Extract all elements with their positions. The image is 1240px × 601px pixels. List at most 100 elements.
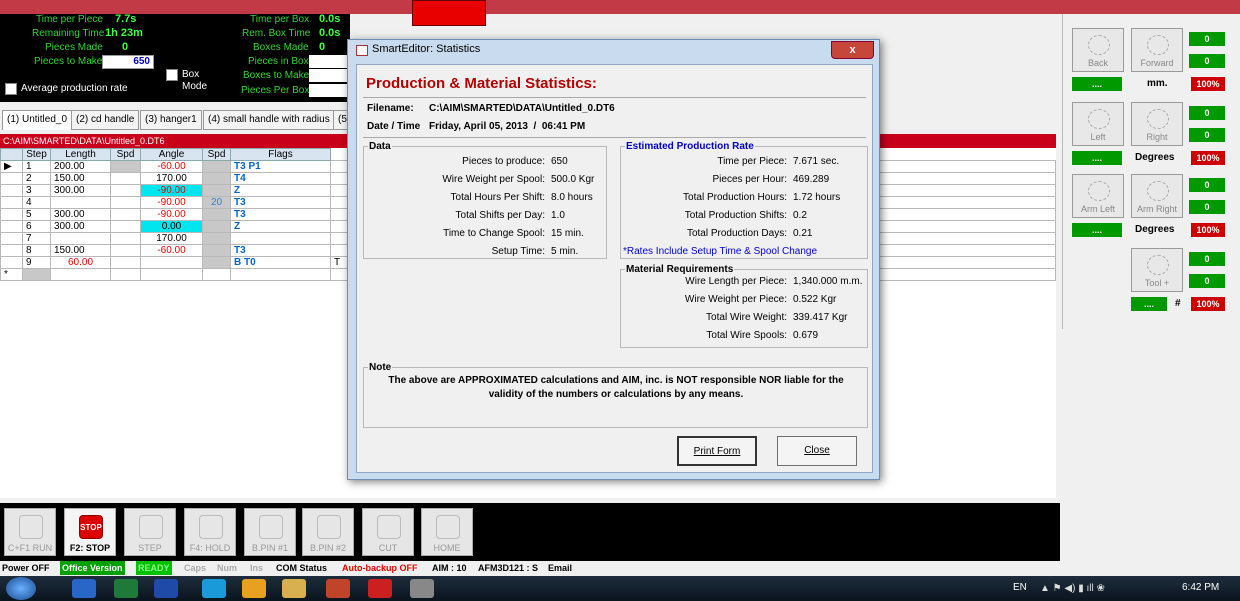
tray-icons[interactable]: ▲ ⚑ ◀) ▮ ıll ❀ [1040,583,1160,595]
spd-cell[interactable] [110,196,141,209]
spd-cell[interactable] [110,208,141,221]
angle-cell[interactable] [140,268,203,281]
length-cell[interactable]: 150.00 [50,172,111,185]
hold-button[interactable]: F4: HOLD [184,508,236,556]
start-orb-icon[interactable] [6,577,36,600]
skype-icon[interactable] [202,579,226,598]
pieces-in-box-input[interactable] [309,55,349,68]
step-cell[interactable]: 1 [22,160,51,173]
row-selector[interactable] [0,256,23,269]
close-button[interactable]: Close [777,436,857,466]
spd-cell[interactable] [110,268,141,281]
grid-header-angle[interactable]: Angle [140,148,203,161]
tab-cd-handle[interactable]: (2) cd handle [71,110,140,130]
step-button[interactable]: STEP [124,508,176,556]
angle-cell[interactable]: -90.00 [140,208,203,221]
spd2-cell[interactable] [202,208,231,221]
smarteditor-icon[interactable] [410,579,434,598]
step-cell[interactable]: 2 [22,172,51,185]
row-selector[interactable] [0,196,23,209]
avg-rate-checkbox[interactable] [5,83,17,95]
row-selector[interactable] [0,220,23,233]
spd-cell[interactable] [110,160,141,173]
length-cell[interactable] [50,268,111,281]
back-button[interactable]: Back [1072,28,1124,72]
angle-cell[interactable]: 170.00 [140,232,203,245]
flags-cell[interactable] [230,268,331,281]
spd-cell[interactable] [110,184,141,197]
close-icon[interactable]: x [831,41,874,59]
new-row-marker[interactable]: * [0,268,23,281]
row-selector[interactable] [0,232,23,245]
spd-cell[interactable] [110,244,141,257]
pieces-per-box-input[interactable] [309,84,349,97]
spd-cell[interactable] [110,232,141,245]
step-cell[interactable]: 3 [22,184,51,197]
row-selector-arrow[interactable]: ▶ [0,160,23,173]
angle-cell[interactable]: -60.00 [140,244,203,257]
spd2-cell[interactable] [202,268,231,281]
step-cell[interactable]: 5 [22,208,51,221]
excel-icon[interactable] [114,579,138,598]
step-cell[interactable]: 8 [22,244,51,257]
length-cell[interactable]: 300.00 [50,220,111,233]
spd-cell[interactable] [110,172,141,185]
spd2-cell[interactable] [202,232,231,245]
language-indicator[interactable]: EN [1013,582,1027,593]
length-cell[interactable]: 300.00 [50,208,111,221]
length-cell[interactable] [50,232,111,245]
print-form-button[interactable]: Print Form [677,436,757,466]
length-cell[interactable]: 300.00 [50,184,111,197]
bend-left-button[interactable]: Left [1072,102,1124,146]
flags-cell[interactable]: B T0 [230,256,331,269]
spd2-cell[interactable]: 20 [202,196,231,209]
tab-small-handle[interactable]: (4) small handle with radius [203,110,335,130]
flags-cell[interactable]: T3 [230,196,331,209]
boxes-to-make-input[interactable] [309,69,349,82]
step-cell[interactable]: 7 [22,232,51,245]
flags-cell[interactable]: T4 [230,172,331,185]
angle-cell[interactable]: -90.00 [140,184,203,197]
flags-cell[interactable]: Z [230,184,331,197]
spd2-cell[interactable] [202,184,231,197]
bend-pin-2-button[interactable]: B.PIN #2 [302,508,354,556]
outlook-icon[interactable] [242,579,266,598]
acrobat-icon[interactable] [368,579,392,598]
row-selector[interactable] [0,244,23,257]
tool-plus-button[interactable]: Tool + [1131,248,1183,292]
step-cell[interactable]: 4 [22,196,51,209]
stop-button[interactable]: STOP F2: STOP [64,508,116,556]
angle-cell[interactable] [140,256,203,269]
tab-hanger1[interactable]: (3) hanger1 [140,110,202,130]
run-button[interactable]: C+F1 RUN [4,508,56,556]
clock[interactable]: 6:42 PM [1182,582,1219,593]
arm-right-button[interactable]: Arm Right [1131,174,1183,218]
flags-cell[interactable]: T3 [230,244,331,257]
cut-button[interactable]: CUT [362,508,414,556]
arm-speed-pct[interactable]: 100% [1191,223,1225,237]
angle-cell[interactable]: -90.00 [140,196,203,209]
flags-cell[interactable]: T3 P1 [230,160,331,173]
bend-right-button[interactable]: Right [1131,102,1183,146]
flags-cell[interactable]: Z [230,220,331,233]
flags-cell[interactable]: T3 [230,208,331,221]
spd2-cell[interactable] [202,220,231,233]
powerpoint-icon[interactable] [326,579,350,598]
tab-untitled-0[interactable]: (1) Untitled_0 [2,110,73,130]
spd-cell[interactable] [110,256,141,269]
pieces-to-make-input[interactable]: 650 [102,55,154,69]
length-cell[interactable]: 60.00 [50,256,111,269]
step-cell[interactable] [22,268,51,281]
row-selector[interactable] [0,172,23,185]
bend-speed-pct[interactable]: 100% [1191,151,1225,165]
spd2-cell[interactable] [202,256,231,269]
bend-pin-1-button[interactable]: B.PIN #1 [244,508,296,556]
spd2-cell[interactable] [202,172,231,185]
explorer-icon[interactable] [282,579,306,598]
angle-cell[interactable]: 0.00 [140,220,203,233]
grid-header-spd2[interactable]: Spd [202,148,231,161]
arm-left-button[interactable]: Arm Left [1072,174,1124,218]
home-button[interactable]: HOME [421,508,473,556]
row-selector[interactable] [0,184,23,197]
forward-button[interactable]: Forward [1131,28,1183,72]
